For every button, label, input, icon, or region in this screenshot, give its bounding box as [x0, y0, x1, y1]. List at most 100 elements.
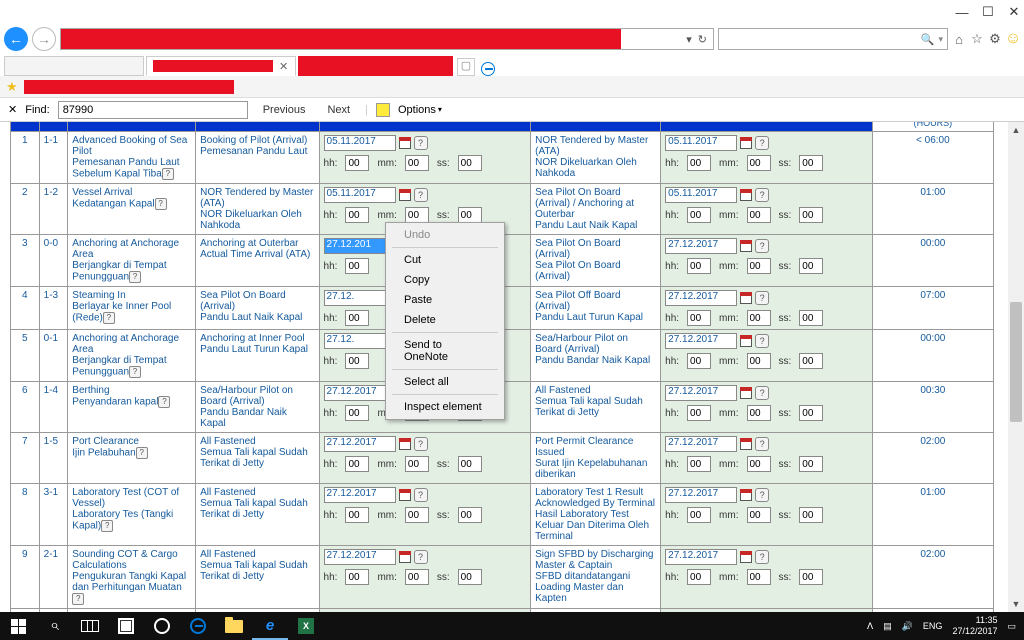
- start-button[interactable]: [0, 612, 36, 640]
- hh-input[interactable]: [687, 507, 711, 523]
- tray-overflow-icon[interactable]: ᐱ: [867, 621, 873, 632]
- ss-input[interactable]: [799, 353, 823, 369]
- ss-input[interactable]: [799, 507, 823, 523]
- date-input[interactable]: 27.12.2017: [665, 549, 737, 565]
- ctx-inspect[interactable]: Inspect element: [388, 397, 502, 417]
- date-input[interactable]: 27.12.2017: [665, 333, 737, 349]
- find-input[interactable]: [58, 101, 248, 119]
- calendar-icon[interactable]: [739, 488, 753, 502]
- find-close-icon[interactable]: ✕: [8, 103, 17, 116]
- date-input[interactable]: 27.12.2017: [324, 436, 396, 452]
- mm-input[interactable]: [405, 207, 429, 223]
- mm-input[interactable]: [747, 507, 771, 523]
- date-help-icon[interactable]: ?: [755, 291, 769, 305]
- date-help-icon[interactable]: ?: [755, 334, 769, 348]
- search-dropdown-icon[interactable]: ▾: [938, 34, 943, 45]
- help-icon[interactable]: ?: [129, 271, 141, 283]
- ss-input[interactable]: [799, 456, 823, 472]
- mm-input[interactable]: [747, 258, 771, 274]
- ctx-delete[interactable]: Delete: [388, 310, 502, 330]
- mm-input[interactable]: [747, 310, 771, 326]
- tray-language[interactable]: ENG: [923, 621, 943, 631]
- hh-input[interactable]: [687, 456, 711, 472]
- date-help-icon[interactable]: ?: [755, 550, 769, 564]
- calendar-icon[interactable]: [398, 188, 412, 202]
- favorites-icon[interactable]: ☆: [970, 32, 984, 46]
- calendar-icon[interactable]: [739, 188, 753, 202]
- hh-input[interactable]: [345, 507, 369, 523]
- favorite-star-icon[interactable]: ★: [6, 79, 18, 95]
- ss-input[interactable]: [458, 569, 482, 585]
- hh-input[interactable]: [345, 310, 369, 326]
- date-input[interactable]: 27.12.2017: [665, 385, 737, 401]
- help-icon[interactable]: ?: [129, 366, 141, 378]
- help-icon[interactable]: ?: [101, 520, 113, 532]
- favorite-redacted[interactable]: [24, 80, 234, 94]
- search-icon[interactable]: 🔍: [921, 33, 935, 46]
- scroll-down-icon[interactable]: ▼: [1008, 596, 1024, 612]
- highlight-icon[interactable]: [376, 103, 390, 117]
- home-icon[interactable]: ⌂: [952, 32, 966, 46]
- hh-input[interactable]: [687, 353, 711, 369]
- mm-input[interactable]: [405, 507, 429, 523]
- mm-input[interactable]: [405, 456, 429, 472]
- mm-input[interactable]: [747, 569, 771, 585]
- hh-input[interactable]: [687, 310, 711, 326]
- calendar-icon[interactable]: [739, 239, 753, 253]
- calendar-icon[interactable]: [398, 550, 412, 564]
- ctx-paste[interactable]: Paste: [388, 290, 502, 310]
- hh-input[interactable]: [687, 258, 711, 274]
- taskbar-search-icon[interactable]: [36, 612, 72, 640]
- mm-input[interactable]: [747, 155, 771, 171]
- help-icon[interactable]: ?: [103, 312, 115, 324]
- vertical-scrollbar[interactable]: ▲ ▼: [1008, 122, 1024, 612]
- ss-input[interactable]: [799, 155, 823, 171]
- date-input[interactable]: 05.11.2017: [324, 187, 396, 203]
- date-input[interactable]: 27.12.2017: [665, 487, 737, 503]
- hh-input[interactable]: [687, 155, 711, 171]
- hh-input[interactable]: [345, 258, 369, 274]
- tab-3[interactable]: [298, 56, 453, 76]
- mm-input[interactable]: [747, 405, 771, 421]
- calendar-icon[interactable]: [398, 488, 412, 502]
- date-help-icon[interactable]: ?: [755, 239, 769, 253]
- calendar-icon[interactable]: [739, 291, 753, 305]
- date-help-icon[interactable]: ?: [755, 386, 769, 400]
- hh-input[interactable]: [345, 569, 369, 585]
- ss-input[interactable]: [799, 405, 823, 421]
- address-bar[interactable]: ▾ ↻: [60, 28, 714, 50]
- ctx-cut[interactable]: Cut: [388, 250, 502, 270]
- ss-input[interactable]: [799, 569, 823, 585]
- store-icon[interactable]: [108, 612, 144, 640]
- help-icon[interactable]: ?: [72, 593, 84, 605]
- scroll-up-icon[interactable]: ▲: [1008, 122, 1024, 138]
- date-input[interactable]: 27.12.2017: [665, 290, 737, 306]
- date-help-icon[interactable]: ?: [414, 188, 428, 202]
- search-box[interactable]: 🔍 ▾: [718, 28, 948, 50]
- hh-input[interactable]: [345, 207, 369, 223]
- feedback-smiley-icon[interactable]: ☺: [1006, 32, 1020, 46]
- find-next-button[interactable]: Next: [320, 101, 357, 119]
- ss-input[interactable]: [458, 207, 482, 223]
- ss-input[interactable]: [799, 258, 823, 274]
- hh-input[interactable]: [345, 155, 369, 171]
- date-input[interactable]: 05.11.2017: [324, 135, 396, 151]
- date-input[interactable]: 27.12.2017: [324, 549, 396, 565]
- date-help-icon[interactable]: ?: [414, 488, 428, 502]
- date-input[interactable]: 27.12.2017: [324, 487, 396, 503]
- refresh-icon[interactable]: ↻: [698, 33, 707, 46]
- excel-taskbar-icon[interactable]: X: [288, 612, 324, 640]
- settings-gear-icon[interactable]: ⚙: [988, 32, 1002, 46]
- url-dropdown-icon[interactable]: ▾: [686, 33, 692, 46]
- help-icon[interactable]: ?: [162, 168, 174, 180]
- hh-input[interactable]: [687, 569, 711, 585]
- minimize-button[interactable]: —: [956, 6, 968, 18]
- mm-input[interactable]: [747, 456, 771, 472]
- back-button[interactable]: ←: [4, 27, 28, 51]
- tab-1[interactable]: [4, 56, 144, 76]
- calendar-icon[interactable]: [739, 550, 753, 564]
- date-input[interactable]: 27.12.2017: [665, 238, 737, 254]
- hh-input[interactable]: [345, 456, 369, 472]
- date-help-icon[interactable]: ?: [755, 437, 769, 451]
- task-view-icon[interactable]: [72, 612, 108, 640]
